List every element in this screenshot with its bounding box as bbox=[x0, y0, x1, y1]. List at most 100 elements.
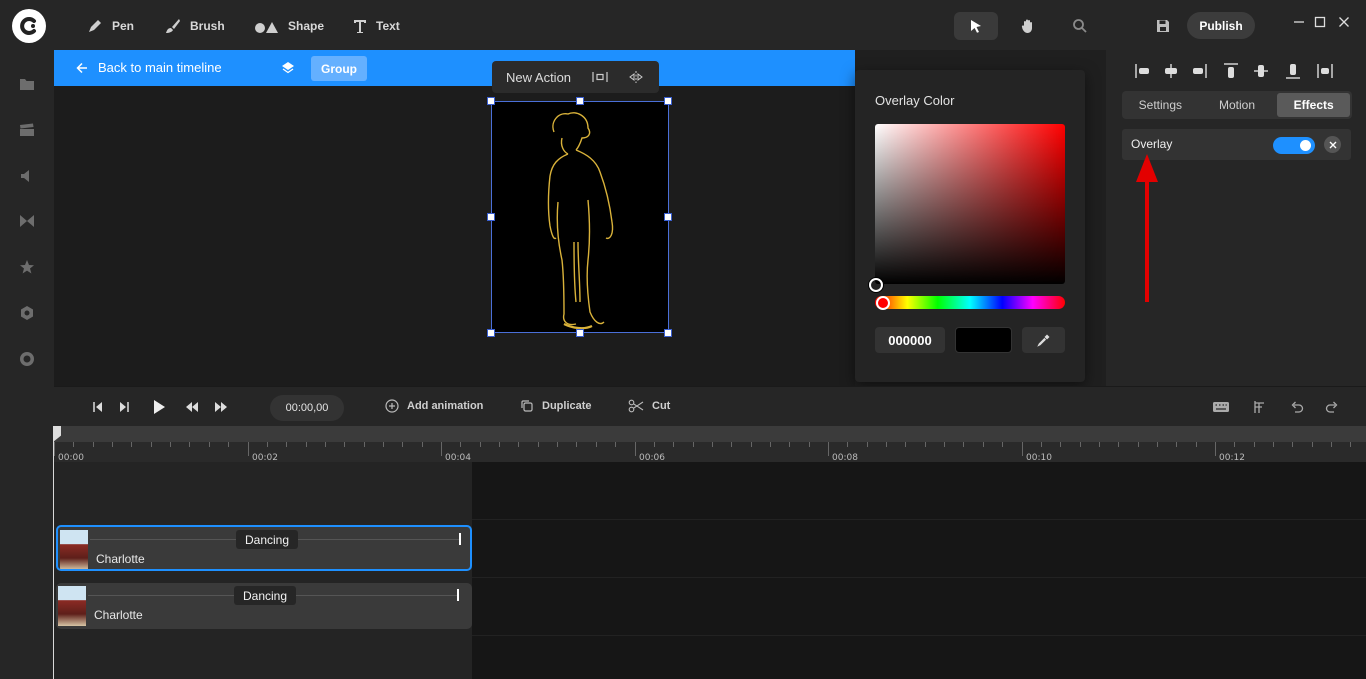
resize-handle-left[interactable] bbox=[487, 213, 495, 221]
ruler-tick bbox=[982, 442, 984, 447]
save-button[interactable] bbox=[1141, 12, 1185, 40]
fast-forward-icon[interactable] bbox=[214, 401, 228, 413]
clip-name: Charlotte bbox=[94, 608, 143, 622]
sidebar-item-media[interactable] bbox=[17, 74, 37, 94]
sidebar-item-transitions[interactable] bbox=[17, 211, 37, 231]
sidebar-item-record[interactable] bbox=[17, 349, 37, 369]
align-left-icon[interactable] bbox=[1134, 62, 1152, 80]
skip-to-end-icon[interactable] bbox=[118, 401, 130, 413]
layers-icon bbox=[282, 62, 294, 74]
resize-handle-top-left[interactable] bbox=[487, 97, 495, 105]
clip-end-marker[interactable] bbox=[459, 533, 461, 545]
ruler-scrub-bar[interactable] bbox=[54, 426, 1366, 442]
group-tag[interactable]: Group bbox=[311, 56, 367, 81]
text-tool-button[interactable]: Text bbox=[352, 14, 400, 38]
select-tool-button[interactable] bbox=[954, 12, 998, 40]
saturation-value-picker[interactable] bbox=[875, 124, 1065, 284]
speaker-icon bbox=[21, 170, 29, 182]
new-action-button[interactable]: New Action bbox=[506, 70, 571, 85]
cut-button[interactable]: Cut bbox=[628, 399, 670, 413]
app-logo[interactable] bbox=[12, 9, 46, 43]
clip-thumbnail bbox=[60, 530, 88, 569]
duplicate-button[interactable]: Duplicate bbox=[520, 399, 592, 413]
saturation-value-knob[interactable] bbox=[869, 278, 883, 292]
clapper-icon bbox=[20, 123, 34, 136]
add-animation-button[interactable]: Add animation bbox=[385, 399, 483, 413]
align-middle-icon[interactable] bbox=[1252, 62, 1270, 80]
shape-tool-button[interactable]: Shape bbox=[254, 14, 324, 38]
ruler-tick bbox=[576, 442, 578, 447]
clip-end-marker[interactable] bbox=[457, 589, 459, 601]
snap-icon[interactable] bbox=[1252, 400, 1266, 414]
clip-animation-tag[interactable]: Dancing bbox=[234, 586, 297, 605]
tab-settings[interactable]: Settings bbox=[1124, 93, 1197, 117]
ruler-tick bbox=[479, 442, 481, 447]
timeline-left-gutter bbox=[0, 386, 54, 679]
playhead-line[interactable] bbox=[53, 426, 54, 679]
flip-icon[interactable] bbox=[628, 70, 644, 84]
maximize-button[interactable] bbox=[1312, 14, 1328, 30]
resize-handle-top-right[interactable] bbox=[664, 97, 672, 105]
resize-handle-right[interactable] bbox=[664, 213, 672, 221]
new-action-toolbar: New Action bbox=[492, 61, 659, 93]
align-bottom-icon[interactable] bbox=[1284, 62, 1302, 80]
ruler-tick bbox=[1234, 442, 1236, 447]
pen-tool-button[interactable]: Pen bbox=[86, 14, 134, 38]
redo-icon[interactable] bbox=[1325, 400, 1339, 414]
ruler-tick bbox=[1176, 442, 1178, 447]
minimize-button[interactable] bbox=[1291, 14, 1307, 30]
current-time-display[interactable]: 00:00,00 bbox=[270, 395, 344, 421]
ruler-tick bbox=[1215, 442, 1216, 456]
ruler-tick bbox=[673, 442, 675, 447]
back-to-main-timeline-link[interactable]: Back to main timeline bbox=[76, 60, 222, 75]
remove-overlay-button[interactable] bbox=[1324, 136, 1341, 153]
ruler-tick bbox=[866, 442, 868, 447]
hue-slider-knob[interactable] bbox=[876, 296, 890, 310]
fit-width-icon[interactable] bbox=[592, 70, 608, 84]
align-top-icon[interactable] bbox=[1222, 62, 1240, 80]
distribute-horizontal-icon[interactable] bbox=[1316, 62, 1334, 80]
clip-animation-tag[interactable]: Dancing bbox=[236, 530, 299, 549]
align-center-horizontal-icon[interactable] bbox=[1162, 62, 1180, 80]
clip-name: Charlotte bbox=[96, 552, 145, 566]
sidebar-item-scenes[interactable] bbox=[17, 120, 37, 140]
ruler-tick bbox=[189, 442, 191, 447]
cursor-icon bbox=[971, 20, 981, 33]
sidebar-item-plugins[interactable] bbox=[17, 303, 37, 323]
tab-motion[interactable]: Motion bbox=[1201, 93, 1274, 117]
resize-handle-bottom[interactable] bbox=[576, 329, 584, 337]
sidebar-item-favorites[interactable] bbox=[17, 257, 37, 277]
close-window-button[interactable] bbox=[1336, 14, 1352, 30]
zoom-tool-button[interactable] bbox=[1058, 12, 1102, 40]
publish-button[interactable]: Publish bbox=[1187, 12, 1255, 39]
ruler-tick bbox=[150, 442, 152, 447]
resize-handle-top[interactable] bbox=[576, 97, 584, 105]
ruler-tick bbox=[731, 442, 733, 447]
tab-effects[interactable]: Effects bbox=[1277, 93, 1351, 117]
overlay-toggle[interactable] bbox=[1273, 137, 1315, 154]
hand-tool-button[interactable] bbox=[1006, 12, 1050, 40]
skip-to-start-icon[interactable] bbox=[92, 401, 104, 413]
hex-color-input[interactable]: 000000 bbox=[875, 327, 945, 353]
timeline-ruler[interactable]: 00:00 00:02 00:04 00:06 00:08 00:10 00:1… bbox=[54, 426, 1366, 463]
annotation-arrow bbox=[1136, 154, 1158, 302]
eyedropper-button[interactable] bbox=[1022, 327, 1065, 353]
ruler-tick bbox=[73, 442, 75, 447]
rewind-icon[interactable] bbox=[185, 401, 199, 413]
star-icon bbox=[20, 260, 34, 274]
timeline-clip[interactable]: Dancing Charlotte bbox=[56, 583, 472, 629]
hue-slider[interactable] bbox=[875, 296, 1065, 309]
keyboard-icon[interactable] bbox=[1212, 401, 1230, 413]
resize-handle-bottom-left[interactable] bbox=[487, 329, 495, 337]
align-right-icon[interactable] bbox=[1190, 62, 1208, 80]
resize-handle-bottom-right[interactable] bbox=[664, 329, 672, 337]
ruler-tick bbox=[421, 442, 423, 447]
brush-tool-button[interactable]: Brush bbox=[164, 14, 225, 38]
sidebar-item-audio[interactable] bbox=[17, 166, 37, 186]
timeline-controls: 00:00,00 Add animation Duplicate Cut bbox=[54, 386, 1366, 428]
undo-icon[interactable] bbox=[1290, 400, 1304, 414]
play-icon[interactable] bbox=[151, 399, 167, 415]
timeline-clip-selected[interactable]: Dancing Charlotte bbox=[56, 525, 472, 571]
selected-character-object[interactable] bbox=[491, 101, 669, 333]
canvas-area[interactable] bbox=[54, 86, 855, 386]
